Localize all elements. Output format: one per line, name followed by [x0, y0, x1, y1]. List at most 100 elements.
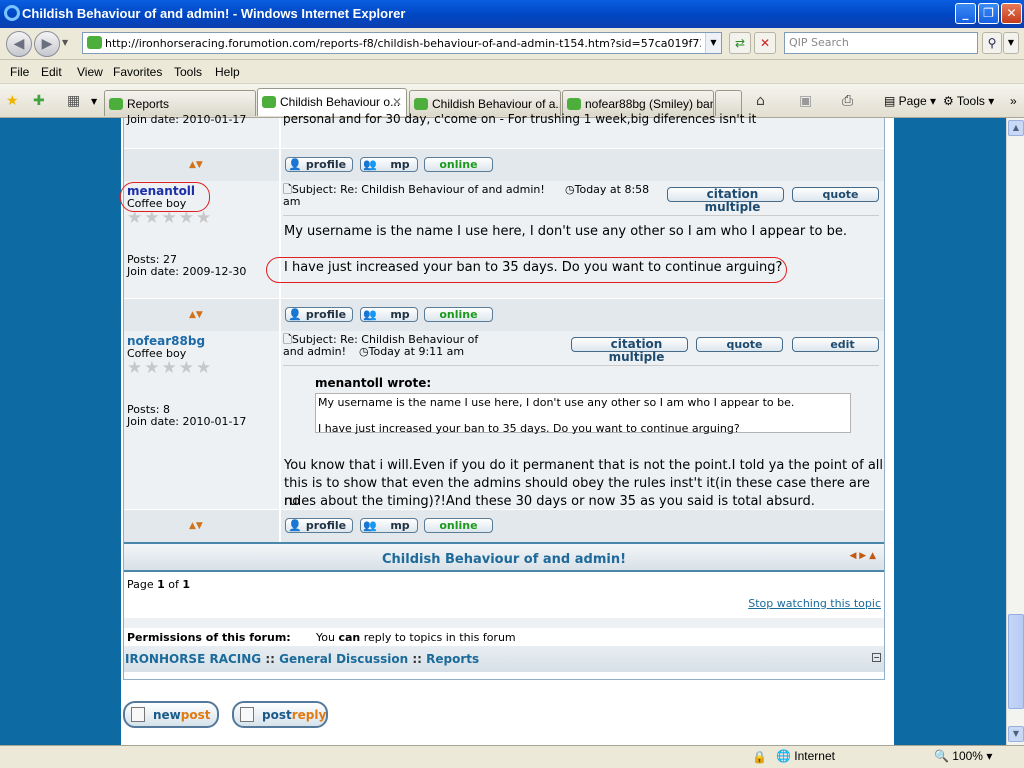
- post-actions-row: ▲▼ 👤 profile 👥 mp online: [124, 149, 884, 181]
- page-of: of: [164, 578, 183, 591]
- search-input[interactable]: QIP Search: [784, 32, 978, 54]
- post-message-line: My username is the name I use here, I do…: [284, 224, 847, 239]
- divider: [283, 215, 879, 216]
- up-down-arrows-icon[interactable]: ▲▼: [189, 521, 203, 531]
- up-down-arrows-icon[interactable]: ▲▼: [189, 310, 203, 320]
- perm-can: can: [338, 631, 361, 644]
- tab-label: nofear88bg (Smiley) ban: [585, 97, 714, 111]
- vertical-scrollbar[interactable]: ▲ ▼: [1006, 118, 1024, 745]
- quote-box: My username is the name I use here, I do…: [315, 393, 851, 435]
- history-dropdown-icon[interactable]: ▼: [62, 38, 68, 47]
- mp-button[interactable]: 👥 mp: [360, 307, 418, 322]
- feeds-icon[interactable]: ▣: [799, 93, 812, 109]
- favorites-star-icon[interactable]: ★: [6, 93, 19, 109]
- search-icon[interactable]: ⚲: [982, 32, 1002, 54]
- topic-nav-arrows-icon[interactable]: ◀ ▶ ▲: [850, 551, 877, 561]
- mp-button[interactable]: 👥 mp: [360, 157, 418, 172]
- username-link[interactable]: nofear88bg: [127, 334, 205, 348]
- address-url[interactable]: http://ironhorseracing.forumotion.com/re…: [105, 37, 701, 50]
- breadcrumb-subforum-link[interactable]: Reports: [426, 652, 479, 666]
- mp-icon: 👥: [363, 519, 377, 532]
- close-tab-icon[interactable]: ✕: [392, 95, 402, 109]
- collapse-icon[interactable]: −: [872, 653, 881, 662]
- tab-list-dropdown-icon[interactable]: ▼: [91, 97, 97, 106]
- page-menu[interactable]: ▤ Page ▾: [884, 94, 936, 108]
- add-favorite-icon[interactable]: ✚: [33, 93, 45, 109]
- menu-favorites[interactable]: Favorites: [113, 65, 162, 79]
- tab-favicon-icon: [414, 98, 428, 110]
- profile-button[interactable]: 👤 profile: [285, 157, 353, 172]
- home-icon[interactable]: ⌂: [756, 93, 765, 109]
- search-options-icon[interactable]: ▼: [1003, 32, 1019, 54]
- online-status: online: [424, 157, 493, 172]
- breadcrumb-separator: ::: [261, 652, 280, 666]
- profile-button[interactable]: 👤 profile: [285, 307, 353, 322]
- breadcrumb-separator: ::: [408, 652, 427, 666]
- citation-multiple-button[interactable]: citation multiple: [667, 187, 784, 214]
- more-commands-icon[interactable]: »: [1010, 94, 1017, 108]
- topic-title-bar: Childish Behaviour of and admin! ◀ ▶ ▲: [124, 542, 884, 572]
- menu-file[interactable]: File: [10, 65, 29, 79]
- profile-label: profile: [305, 158, 347, 171]
- status-bar: 🔒 🌐 Internet 🔍 100% ▾: [0, 745, 1024, 768]
- mp-label: mp: [390, 158, 410, 171]
- ie-logo-icon: [4, 5, 20, 21]
- mp-button[interactable]: 👥 mp: [360, 518, 418, 533]
- address-bar[interactable]: http://ironhorseracing.forumotion.com/re…: [82, 32, 722, 54]
- spacer: [124, 618, 884, 628]
- up-down-arrows-icon[interactable]: ▲▼: [189, 160, 203, 170]
- minimize-button[interactable]: _: [955, 3, 976, 24]
- post-reply-button[interactable]: postreply: [232, 701, 328, 728]
- zoom-level[interactable]: 🔍 100% ▾: [934, 749, 992, 763]
- edit-label: edit: [830, 338, 855, 351]
- quote-button[interactable]: quote: [792, 187, 879, 202]
- stop-watching-link[interactable]: Stop watching this topic: [748, 597, 881, 610]
- internet-zone: 🌐 Internet: [776, 749, 835, 763]
- menu-help[interactable]: Help: [215, 65, 240, 79]
- page-indicator: Page 1 of 1: [127, 578, 190, 591]
- divider: [283, 365, 879, 366]
- zoom-label: 100%: [952, 749, 983, 763]
- permissions-label: Permissions of this forum:: [127, 631, 291, 644]
- refresh-button[interactable]: ⇄: [729, 32, 751, 54]
- breadcrumb-forum-link[interactable]: General Discussion: [279, 652, 408, 666]
- print-icon[interactable]: ⎙: [842, 93, 853, 109]
- tab-favicon-icon: [109, 98, 123, 110]
- quote-label: quote: [822, 188, 859, 201]
- quick-tabs-icon[interactable]: ▦: [67, 93, 80, 109]
- profile-label: profile: [305, 308, 347, 321]
- stop-button[interactable]: ✕: [754, 32, 776, 54]
- mp-icon: 👥: [363, 158, 377, 171]
- menu-edit[interactable]: Edit: [41, 65, 62, 79]
- back-button[interactable]: ◀: [6, 31, 32, 57]
- post-message-line: rules about the timing)?!And these 30 da…: [284, 494, 815, 509]
- edit-button[interactable]: edit: [792, 337, 879, 352]
- menu-bar: File Edit View Favorites Tools Help: [0, 60, 1024, 84]
- forward-button[interactable]: ▶: [34, 31, 60, 57]
- scroll-down-icon[interactable]: ▼: [1008, 726, 1024, 742]
- tab-label: Reports: [127, 97, 170, 111]
- highlight-circle: [120, 182, 210, 212]
- window-title: Childish Behaviour of and admin! - Windo…: [22, 6, 406, 21]
- perm-pre: You: [316, 631, 339, 644]
- breadcrumb-site-link[interactable]: IRONHORSE RACING: [125, 652, 261, 666]
- tab-favicon-icon: [262, 96, 276, 108]
- scroll-thumb[interactable]: [1008, 614, 1024, 709]
- profile-label: profile: [305, 519, 347, 532]
- join-date: Join date: 2009-12-30: [127, 265, 247, 278]
- menu-view[interactable]: View: [77, 65, 103, 79]
- quote-button[interactable]: quote: [696, 337, 783, 352]
- close-window-button[interactable]: ✕: [1001, 3, 1022, 24]
- scroll-up-icon[interactable]: ▲: [1008, 120, 1024, 136]
- tab-label: Childish Behaviour o...: [280, 95, 401, 109]
- new-post-button[interactable]: newpost: [123, 701, 219, 728]
- profile-button[interactable]: 👤 profile: [285, 518, 353, 533]
- page-favicon-icon: [87, 36, 102, 49]
- topic-title: Childish Behaviour of and admin!: [381, 552, 627, 567]
- citation-multiple-button[interactable]: citation multiple: [571, 337, 688, 364]
- address-dropdown-icon[interactable]: ▼: [705, 33, 721, 53]
- tools-menu[interactable]: ⚙ Tools ▾: [943, 94, 994, 108]
- document-icon: [131, 707, 145, 722]
- menu-tools[interactable]: Tools: [174, 65, 202, 79]
- maximize-button[interactable]: ❐: [978, 3, 999, 24]
